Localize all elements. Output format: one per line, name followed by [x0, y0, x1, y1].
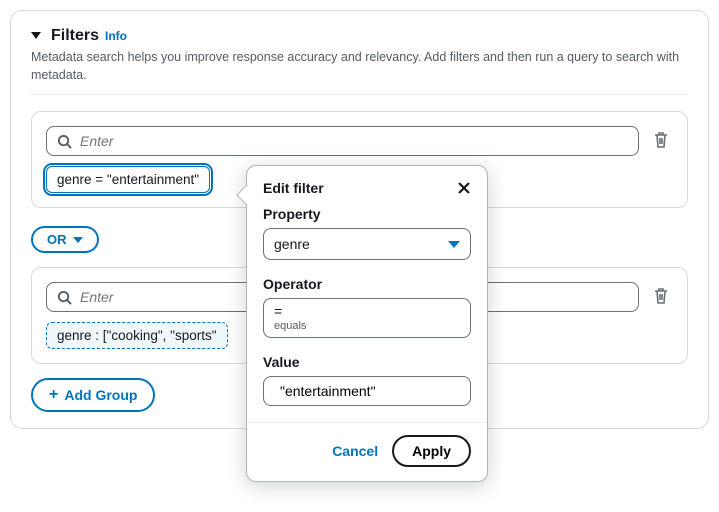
connector-label: OR [47, 232, 67, 247]
delete-group-2-button[interactable] [649, 283, 673, 312]
search-icon [57, 134, 72, 149]
info-link[interactable]: Info [105, 29, 127, 43]
filters-header: Filters Info [31, 27, 688, 45]
search-icon [57, 290, 72, 305]
close-icon[interactable] [457, 181, 471, 195]
trash-icon [653, 131, 669, 149]
filter-search-input-1[interactable] [46, 126, 639, 156]
chevron-down-icon [73, 237, 83, 243]
chevron-down-icon [448, 241, 460, 248]
filters-description: Metadata search helps you improve respon… [31, 49, 688, 84]
collapse-caret-icon[interactable] [31, 32, 41, 39]
plus-icon: + [49, 386, 58, 404]
value-label: Value [263, 354, 471, 370]
value-input[interactable] [280, 383, 461, 399]
connector-or-button[interactable]: OR [31, 226, 99, 253]
add-group-button[interactable]: + Add Group [31, 378, 155, 412]
operator-select[interactable]: = equals [263, 298, 471, 338]
edit-filter-popover: Edit filter Property genre Operator = eq… [246, 165, 488, 482]
popover-title: Edit filter [263, 180, 324, 196]
filters-title: Filters [51, 27, 99, 45]
property-value: genre [274, 236, 310, 252]
divider [31, 94, 688, 95]
apply-button[interactable]: Apply [392, 435, 471, 467]
filter-chip-genre-list[interactable]: genre : ["cooking", "sports" [46, 322, 228, 349]
delete-group-1-button[interactable] [649, 127, 673, 156]
filter-search-field-1[interactable] [80, 133, 628, 149]
filters-panel: Filters Info Metadata search helps you i… [10, 10, 709, 429]
operator-symbol: = [274, 303, 306, 320]
property-label: Property [263, 206, 471, 222]
add-group-label: Add Group [64, 387, 137, 403]
filter-chip-genre-entertainment[interactable]: genre = "entertainment" [46, 166, 210, 193]
trash-icon [653, 287, 669, 305]
operator-label: Operator [263, 276, 471, 292]
operator-name: equals [274, 320, 306, 333]
property-select[interactable]: genre [263, 228, 471, 260]
value-input-wrap[interactable] [263, 376, 471, 406]
cancel-button[interactable]: Cancel [332, 443, 378, 459]
